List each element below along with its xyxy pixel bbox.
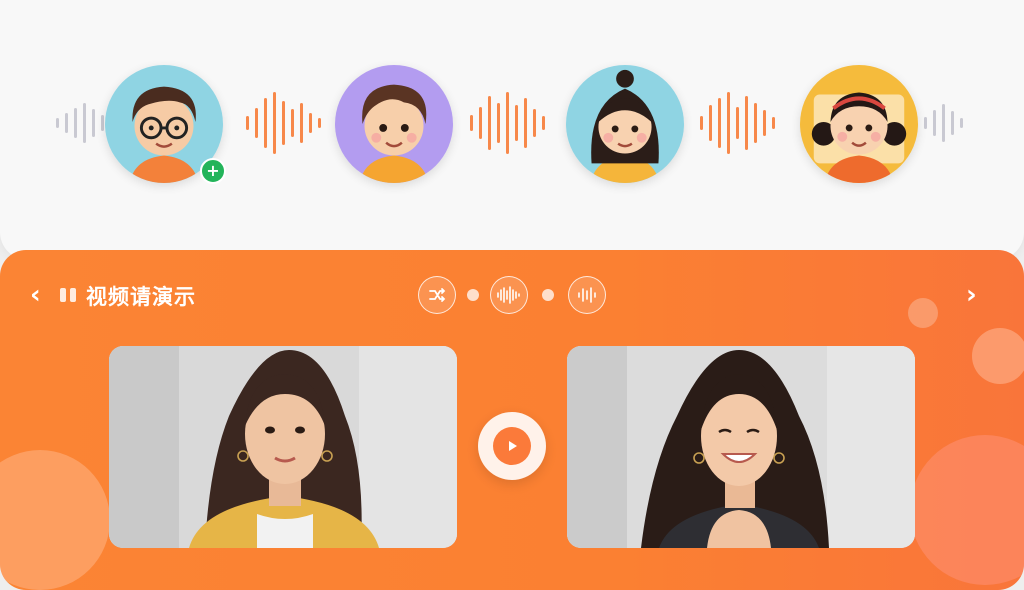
control-separator-dot (542, 289, 554, 301)
waveform-bar (291, 109, 294, 137)
speaker-avatar-4[interactable] (800, 65, 918, 183)
waveform-bar (470, 115, 473, 131)
waveform-bar (65, 113, 68, 133)
waveform-bar (772, 117, 775, 129)
decor-bubble (972, 328, 1024, 384)
woman-portrait-neutral-icon (109, 346, 457, 548)
waveform-bar (933, 110, 936, 136)
waveform-left-edge (56, 92, 104, 154)
waveform-bar (533, 109, 536, 137)
waveform-bar (942, 104, 945, 142)
waveform-bar (92, 109, 95, 137)
panel-title: 视频请演示 (86, 285, 196, 309)
boy-avatar-icon (335, 65, 453, 183)
waveform-right-edge (924, 92, 963, 154)
chevron-left-icon[interactable]: ‹ (30, 280, 41, 310)
waveform-bar (506, 92, 509, 154)
pause-icon[interactable] (60, 288, 76, 302)
decor-bubble (910, 435, 1024, 585)
source-video[interactable] (109, 346, 457, 548)
waveform-bar (709, 105, 712, 141)
waveform-bar (101, 115, 104, 131)
waveform-bar (960, 118, 963, 128)
waveform-bar (479, 107, 482, 139)
control-separator-dot (467, 289, 479, 301)
waveform-bar (745, 96, 748, 150)
waveform-bar (542, 116, 545, 130)
play-button[interactable] (478, 412, 546, 480)
decor-bubble (0, 450, 110, 590)
waveform-bar (727, 92, 730, 154)
waveform-bar (488, 96, 491, 150)
waveform-bar (300, 103, 303, 143)
waveform-icon[interactable] (490, 276, 528, 314)
waveform-between-2-3 (470, 92, 545, 154)
waveform-bar (515, 105, 518, 141)
chevron-right-icon[interactable]: › (966, 280, 977, 310)
girl-with-headband-avatar-icon (800, 65, 918, 183)
waveform-bar (763, 110, 766, 136)
waveform-bar (273, 92, 276, 154)
result-video[interactable] (567, 346, 915, 548)
waveform-between-3-4 (700, 92, 775, 154)
decor-bubble (908, 298, 938, 328)
waveform-bar (700, 116, 703, 130)
waveform-bar (74, 108, 77, 138)
waveform-bar (318, 118, 321, 128)
waveform-bar (924, 117, 927, 129)
waveform-bar (246, 116, 249, 130)
waveform-bar (718, 98, 721, 148)
waveform-icon[interactable] (568, 276, 606, 314)
waveform-bar (309, 113, 312, 133)
woman-portrait-smiling-icon (567, 346, 915, 548)
girl-ponytail-avatar-icon (566, 65, 684, 183)
speaker-avatar-2[interactable] (335, 65, 453, 183)
video-demo-panel: ‹ 视频请演示 › (0, 250, 1024, 590)
waveform-bar (951, 111, 954, 135)
play-icon (493, 427, 531, 465)
speaker-avatar-3[interactable] (566, 65, 684, 183)
waveform-between-1-2 (246, 92, 321, 154)
shuffle-icon[interactable] (418, 276, 456, 314)
waveform-bar (524, 98, 527, 148)
waveform-bar (56, 118, 59, 128)
waveform-bar (83, 103, 86, 143)
waveform-bar (282, 101, 285, 145)
add-friend-badge[interactable]: + (200, 158, 226, 184)
waveform-bar (264, 98, 267, 148)
waveform-bar (497, 103, 500, 143)
waveform-bar (754, 103, 757, 143)
waveform-bar (255, 108, 258, 138)
waveform-bar (736, 107, 739, 139)
